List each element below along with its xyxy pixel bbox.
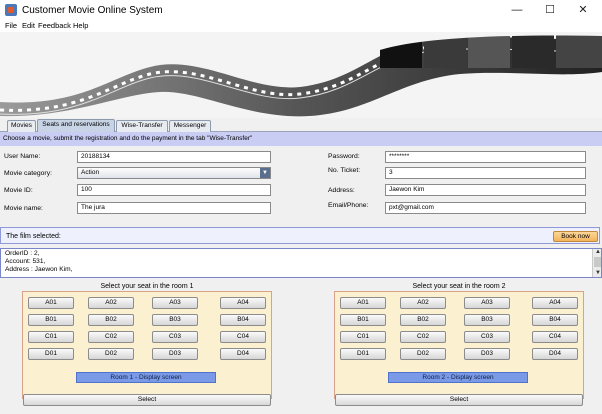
tab-wise-transfer[interactable]: Wise-Transfer — [116, 120, 168, 132]
seat-room2-d03[interactable]: D03 — [464, 348, 510, 360]
selected-film-bar: The film selected: Book now — [0, 224, 602, 248]
seat-room2-b04[interactable]: B04 — [532, 314, 578, 326]
seat-room1-a02[interactable]: A02 — [88, 297, 134, 309]
menu-feedback[interactable]: Feedback — [38, 21, 71, 30]
room-2-display-screen[interactable]: Room 2 - Display screen — [388, 372, 528, 383]
moviename-label: Movie name: — [4, 205, 43, 212]
seat-room2-c03[interactable]: C03 — [464, 331, 510, 343]
category-label: Movie category: — [4, 170, 52, 177]
seat-room1-c04[interactable]: C04 — [220, 331, 266, 343]
seat-room2-d01[interactable]: D01 — [340, 348, 386, 360]
window-title: Customer Movie Online System — [22, 5, 163, 16]
moviename-field[interactable]: The jura — [77, 202, 271, 214]
room-1-panel: A01 A02 A03 A04 B01 B02 B03 B04 C01 C02 … — [22, 291, 272, 399]
selected-film-label: The film selected: — [6, 233, 61, 240]
seat-room2-c04[interactable]: C04 — [532, 331, 578, 343]
seat-room2-d04[interactable]: D04 — [532, 348, 578, 360]
order-line: Address : Jaewon Kim, — [5, 266, 73, 273]
password-field[interactable]: ******** — [385, 151, 586, 163]
address-field[interactable]: Jaewon Kim — [385, 184, 586, 196]
order-line: OrderID : 2, — [5, 250, 40, 257]
email-label: Email/Phone: — [328, 202, 369, 209]
seat-room1-c03[interactable]: C03 — [152, 331, 198, 343]
seat-room2-c01[interactable]: C01 — [340, 331, 386, 343]
film-strip-image — [0, 32, 602, 117]
seat-room1-b04[interactable]: B04 — [220, 314, 266, 326]
menu-bar: File Edit Feedback Help — [0, 20, 602, 32]
seat-room1-a04[interactable]: A04 — [220, 297, 266, 309]
close-button[interactable]: ✕ — [568, 0, 598, 20]
registration-form: User Name: 20188134 Movie category: Acti… — [0, 146, 602, 224]
app-icon — [5, 4, 17, 16]
seat-room2-b03[interactable]: B03 — [464, 314, 510, 326]
book-now-button[interactable]: Book now — [553, 231, 598, 242]
chevron-down-icon[interactable]: ▼ — [260, 168, 270, 178]
seat-room2-c02[interactable]: C02 — [400, 331, 446, 343]
email-field[interactable]: pxt@gmail.com — [385, 202, 586, 214]
seat-room1-c01[interactable]: C01 — [28, 331, 74, 343]
ticket-label: No. Ticket: — [328, 167, 361, 174]
category-value: Action — [81, 169, 100, 176]
seat-room1-d03[interactable]: D03 — [152, 348, 198, 360]
seat-room2-a04[interactable]: A04 — [532, 297, 578, 309]
seat-room2-a01[interactable]: A01 — [340, 297, 386, 309]
tab-seats-and-reservations[interactable]: Seats and reservations — [37, 119, 115, 132]
seat-room1-b01[interactable]: B01 — [28, 314, 74, 326]
seat-room2-d02[interactable]: D02 — [400, 348, 446, 360]
seat-room2-a02[interactable]: A02 — [400, 297, 446, 309]
room-2-title: Select your seat in the room 2 — [412, 283, 506, 290]
seat-room1-d01[interactable]: D01 — [28, 348, 74, 360]
selected-film-panel: The film selected: Book now — [0, 227, 600, 244]
ticket-field[interactable]: 3 — [385, 167, 586, 179]
address-label: Address: — [328, 187, 355, 194]
seat-room1-a01[interactable]: A01 — [28, 297, 74, 309]
instruction-bar: Choose a movie, submit the registration … — [0, 132, 602, 146]
seat-room1-a03[interactable]: A03 — [152, 297, 198, 309]
order-scrollbar[interactable]: ▲ ▼ — [592, 249, 601, 277]
maximize-button[interactable]: ☐ — [535, 0, 565, 20]
tab-movies[interactable]: Movies — [7, 120, 36, 132]
seat-room2-b01[interactable]: B01 — [340, 314, 386, 326]
order-line: Account: 531, — [5, 258, 46, 265]
seat-room1-b03[interactable]: B03 — [152, 314, 198, 326]
room-1-display-screen[interactable]: Room 1 - Display screen — [76, 372, 216, 383]
order-details-box[interactable]: OrderID : 2, Account: 531, Address : Jae… — [0, 248, 602, 278]
film-strip-banner — [0, 32, 602, 118]
minimize-button[interactable]: — — [502, 0, 532, 20]
tab-strip: Movies Seats and reservations Wise-Trans… — [0, 118, 602, 132]
seat-room1-d04[interactable]: D04 — [220, 348, 266, 360]
password-label: Password: — [328, 153, 360, 160]
rooms-area: Select your seat in the room 1 A01 A02 A… — [0, 278, 602, 414]
room-2-panel: A01 A02 A03 A04 B01 B02 B03 B04 C01 C02 … — [334, 291, 584, 399]
menu-edit[interactable]: Edit — [22, 21, 35, 30]
category-dropdown[interactable]: Action ▼ — [77, 167, 271, 179]
scroll-down-icon[interactable]: ▼ — [594, 270, 601, 277]
scroll-thumb[interactable] — [594, 257, 601, 267]
seat-room1-d02[interactable]: D02 — [88, 348, 134, 360]
scroll-up-icon[interactable]: ▲ — [594, 249, 601, 256]
seat-room1-c02[interactable]: C02 — [88, 331, 134, 343]
movieid-label: Movie ID: — [4, 187, 33, 194]
room-1-select-button[interactable]: Select — [23, 394, 271, 406]
username-label: User Name: — [4, 153, 41, 160]
room-1-title: Select your seat in the room 1 — [100, 283, 194, 290]
username-field[interactable]: 20188134 — [77, 151, 271, 163]
menu-help[interactable]: Help — [73, 21, 88, 30]
movieid-field[interactable]: 100 — [77, 184, 271, 196]
menu-file[interactable]: File — [5, 21, 17, 30]
seat-room2-a03[interactable]: A03 — [464, 297, 510, 309]
room-2-select-button[interactable]: Select — [335, 394, 583, 406]
title-bar: Customer Movie Online System — ☐ ✕ — [0, 0, 602, 20]
seat-room1-b02[interactable]: B02 — [88, 314, 134, 326]
seat-room2-b02[interactable]: B02 — [400, 314, 446, 326]
tab-messenger[interactable]: Messenger — [169, 120, 211, 132]
